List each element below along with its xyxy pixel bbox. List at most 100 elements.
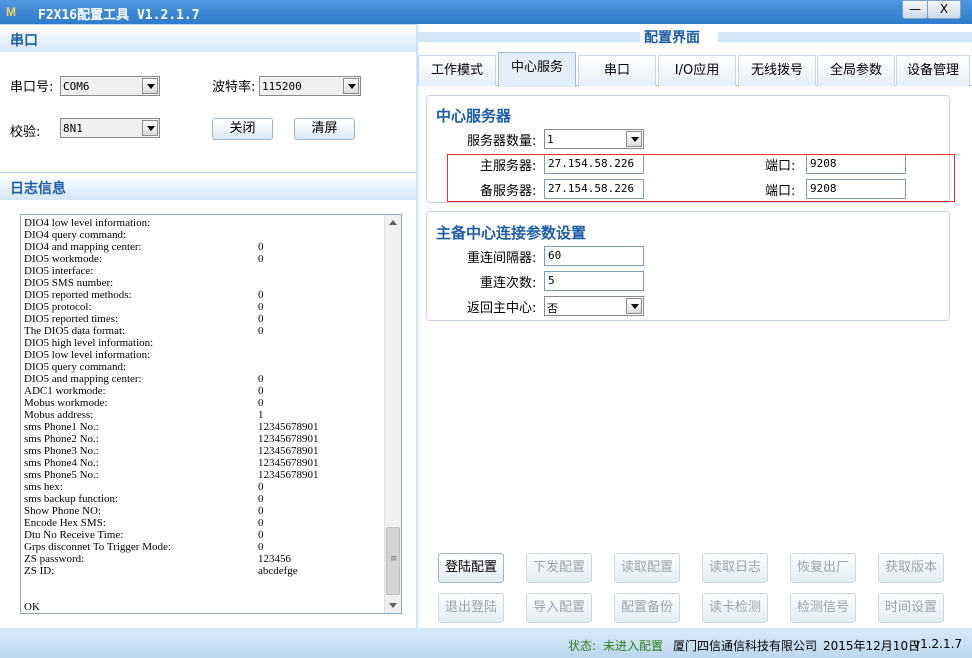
clear-screen-button[interactable]: 清屏 <box>294 118 355 140</box>
log-scrollbar[interactable] <box>384 215 401 613</box>
card-check-button[interactable]: 读卡检测 <box>702 593 768 623</box>
logout-button[interactable]: 退出登陆 <box>438 593 504 623</box>
tab-work-mode[interactable]: 工作模式 <box>418 55 496 86</box>
log-line: DIO4 query command: <box>24 229 384 241</box>
server-count-label: 服务器数量: <box>467 134 537 149</box>
server-count-value: 1 <box>547 133 554 146</box>
send-config-button[interactable]: 下发配置 <box>526 553 592 583</box>
log-key: DIO5 protocol: <box>24 301 92 313</box>
log-line: Grps disconnet To Trigger Mode: 0 <box>24 541 384 553</box>
minimize-button[interactable]: — <box>902 0 928 19</box>
read-log-button[interactable]: 读取日志 <box>702 553 768 583</box>
log-line: OK <box>24 601 384 613</box>
chevron-down-icon[interactable] <box>343 78 359 94</box>
log-key: Encode Hex SMS: <box>24 517 106 529</box>
app-logo-icon: M <box>6 5 16 19</box>
scroll-thumb[interactable] <box>386 527 400 595</box>
reconnect-interval-input[interactable]: 60 <box>544 246 644 266</box>
log-key: DIO5 reported methods: <box>24 289 132 301</box>
log-value: 12345678901 <box>258 445 319 457</box>
login-config-button[interactable]: 登陆配置 <box>438 553 504 583</box>
tab-center-service[interactable]: 中心服务 <box>498 52 576 87</box>
log-lines: DIO4 low level information: DIO4 query co… <box>24 217 384 613</box>
reconnect-interval-label: 重连间隔器: <box>467 251 537 266</box>
get-version-button[interactable]: 获取版本 <box>878 553 944 583</box>
tab-wireless-dial[interactable]: 无线拨号 <box>738 55 816 86</box>
factory-reset-button[interactable]: 恢复出厂 <box>790 553 856 583</box>
log-line: DIO5 interface: <box>24 265 384 277</box>
log-key: Show Phone NO: <box>24 505 102 517</box>
import-config-button[interactable]: 导入配置 <box>526 593 592 623</box>
log-key: sms Phone3 No.: <box>24 445 99 457</box>
log-key: DIO5 query command: <box>24 361 127 373</box>
log-line: DIO5 high level information: <box>24 337 384 349</box>
status-bar: 状态: 未进入配置 厦门四信通信科技有限公司 2015年12月10日 v1.2.… <box>0 628 972 658</box>
baud-select[interactable]: 115200 <box>259 76 361 96</box>
scroll-down-icon[interactable] <box>385 597 401 613</box>
log-line: sms hex: 0 <box>24 481 384 493</box>
log-value: 12345678901 <box>258 421 319 433</box>
log-line: DIO4 low level information: <box>24 217 384 229</box>
log-value: 0 <box>258 505 264 517</box>
scroll-up-icon[interactable] <box>385 215 401 231</box>
log-line: sms Phone5 No.: 12345678901 <box>24 469 384 481</box>
log-key: The DIO5 data format: <box>24 325 126 337</box>
log-textarea[interactable]: DIO4 low level information: DIO4 query co… <box>20 214 402 614</box>
check-label: 校验: <box>10 125 41 140</box>
log-key: ZS ID: <box>24 565 55 577</box>
log-line: ZS ID: abcdefge <box>24 565 384 577</box>
close-window-button[interactable]: X <box>927 0 961 19</box>
chevron-down-icon[interactable] <box>142 78 158 94</box>
title-decoration <box>718 32 972 42</box>
log-line: Mobus address: 1 <box>24 409 384 421</box>
log-value: 0 <box>258 541 264 553</box>
server-count-select[interactable]: 1 <box>544 129 644 149</box>
log-value: 0 <box>258 481 264 493</box>
log-value: 0 <box>258 493 264 505</box>
signal-check-button[interactable]: 检测信号 <box>790 593 856 623</box>
log-key: DIO5 interface: <box>24 265 94 277</box>
return-main-value: 否 <box>547 302 558 315</box>
log-value: 0 <box>258 397 264 409</box>
time-settings-button[interactable]: 时间设置 <box>878 593 944 623</box>
log-panel: DIO4 low level information: DIO4 query co… <box>0 200 416 628</box>
log-key: sms hex: <box>24 481 63 493</box>
log-line: DIO4 and mapping center: 0 <box>24 241 384 253</box>
chevron-down-icon[interactable] <box>626 298 642 314</box>
log-line: DIO5 low level information: <box>24 349 384 361</box>
center-server-title: 中心服务器 <box>436 107 512 125</box>
log-value: 0 <box>258 301 264 313</box>
log-value: 0 <box>258 325 264 337</box>
port-select[interactable]: COM6 <box>60 76 160 96</box>
log-key: DIO5 reported times: <box>24 313 119 325</box>
tab-io[interactable]: I/O应用 <box>658 55 736 86</box>
log-line: DIO5 protocol: 0 <box>24 301 384 313</box>
tab-device-management[interactable]: 设备管理 <box>896 55 970 86</box>
chevron-down-icon[interactable] <box>626 131 642 147</box>
tab-global-params[interactable]: 全局参数 <box>817 55 895 86</box>
return-main-label: 返回主中心: <box>467 301 537 316</box>
log-key: DIO5 SMS number: <box>24 277 114 289</box>
status-date: 2015年12月10日 <box>823 639 921 653</box>
log-key: OK <box>24 601 40 613</box>
chevron-down-icon[interactable] <box>142 120 158 136</box>
title-decoration <box>418 32 640 42</box>
check-value: 8N1 <box>63 122 83 135</box>
port-value: COM6 <box>63 80 90 93</box>
log-key: sms Phone4 No.: <box>24 457 99 469</box>
reconnect-times-input[interactable]: 5 <box>544 271 644 291</box>
log-key: DIO4 and mapping center: <box>24 241 142 253</box>
backup-config-button[interactable]: 配置备份 <box>614 593 680 623</box>
log-line: DIO5 SMS number: <box>24 277 384 289</box>
log-line: sms Phone4 No.: 12345678901 <box>24 457 384 469</box>
check-select[interactable]: 8N1 <box>60 118 160 138</box>
config-area: 配置界面 工作模式 中心服务 串口 I/O应用 无线拨号 全局参数 设备管理 中… <box>418 24 972 628</box>
read-config-button[interactable]: 读取配置 <box>614 553 680 583</box>
tab-serial[interactable]: 串口 <box>578 55 656 86</box>
log-key: DIO5 high level information: <box>24 337 154 349</box>
log-value: 0 <box>258 517 264 529</box>
close-port-button[interactable]: 关闭 <box>212 118 273 140</box>
return-main-select[interactable]: 否 <box>544 296 644 316</box>
log-line: ADC1 workmode: 0 <box>24 385 384 397</box>
